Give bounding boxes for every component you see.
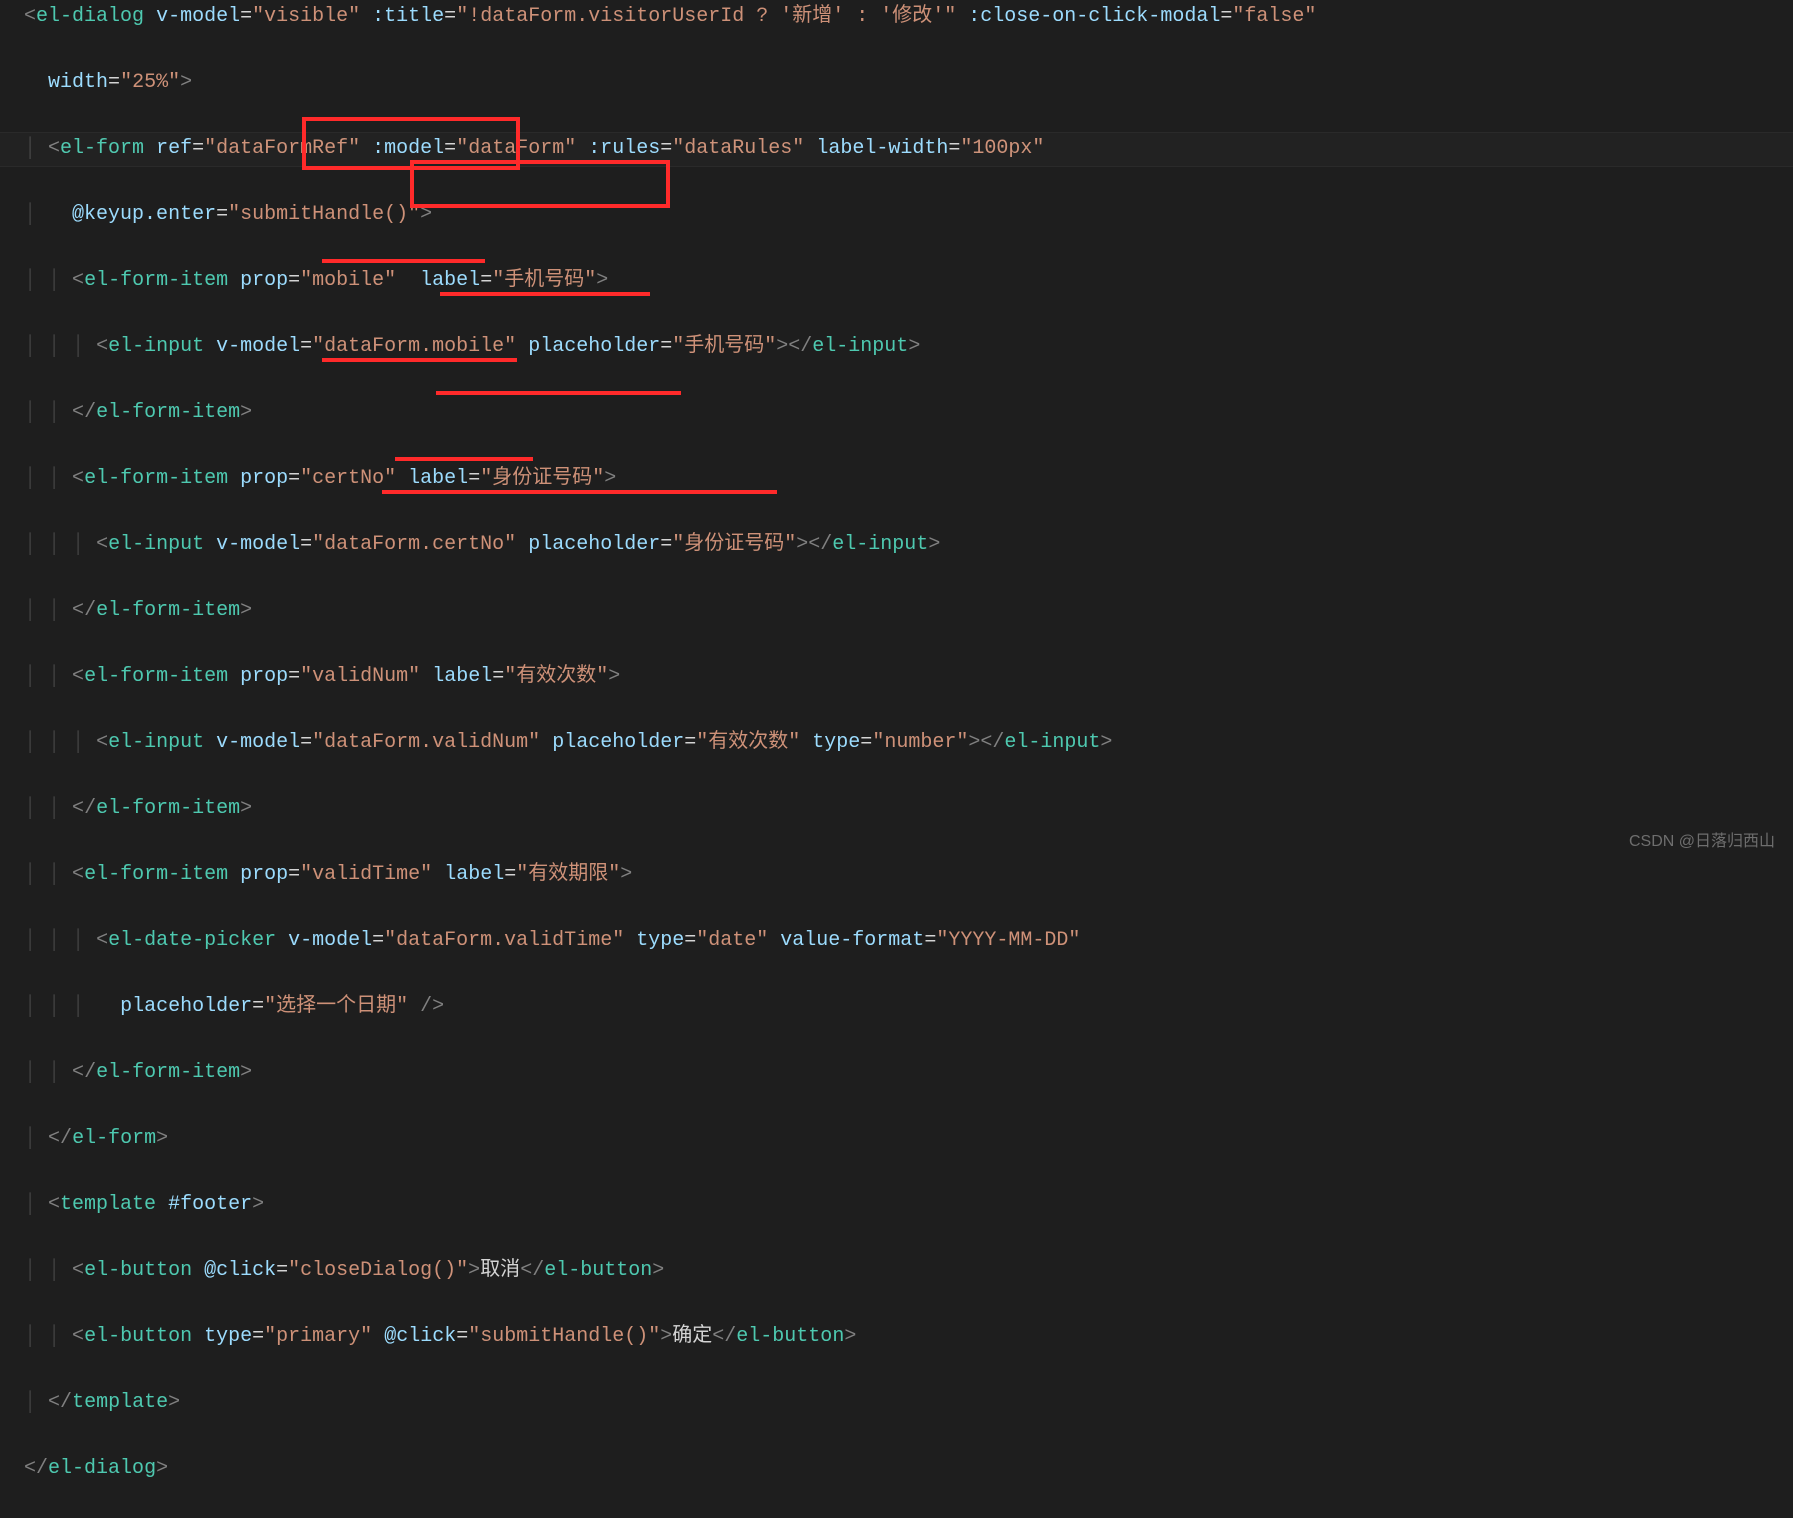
code-editor[interactable]: <el-dialog v-model="visible" :title="!da… [0,0,1793,1518]
watermark: CSDN @日落归西山 [1629,825,1775,858]
